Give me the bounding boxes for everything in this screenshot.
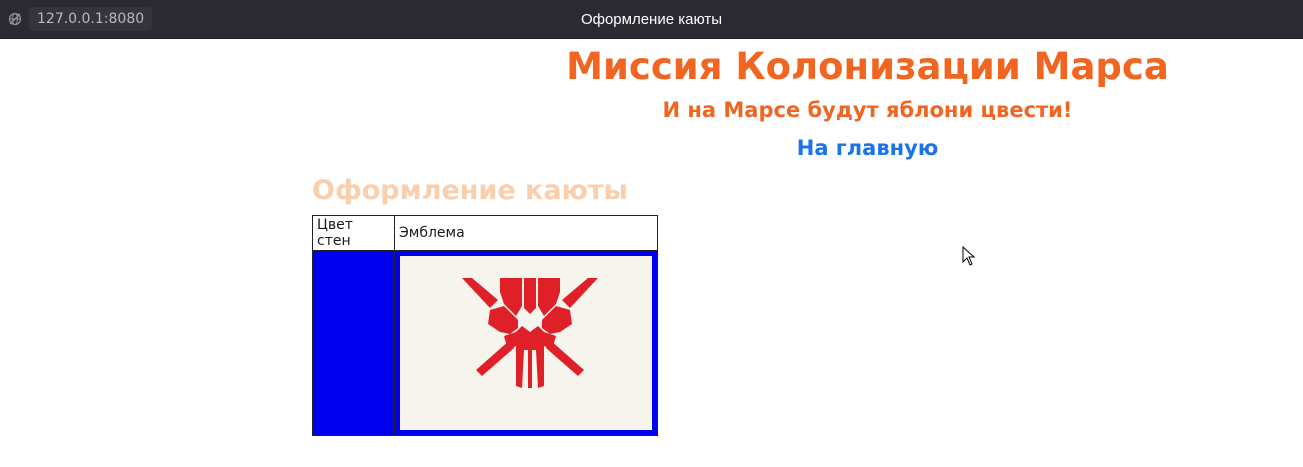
window-title: Оформление каюты (580, 11, 723, 28)
browser-titlebar: 127.0.0.1:8080 Оформление каюты (0, 0, 1303, 39)
emblem-frame (395, 251, 657, 435)
wall-color-header: Цвет стен (312, 215, 395, 251)
red-mask-emblem-icon (462, 278, 598, 388)
page-header: Миссия Колонизации Марса И на Марсе буду… (450, 42, 1285, 166)
page-title: Миссия Колонизации Марса (566, 45, 1169, 88)
page-subtitle: И на Марсе будут яблони цвести! (662, 98, 1073, 122)
table-header-row: Цвет стен Эмблема (312, 215, 658, 251)
emblem-header: Эмблема (394, 215, 658, 251)
table-row (312, 250, 658, 436)
cabin-design-table: Цвет стен Эмблема (312, 215, 658, 436)
emblem-cell (394, 250, 658, 436)
home-link[interactable]: На главную (797, 130, 938, 166)
mouse-cursor-icon (962, 246, 976, 266)
section-title: Оформление каюты (312, 175, 628, 206)
wall-color-swatch (312, 250, 395, 436)
